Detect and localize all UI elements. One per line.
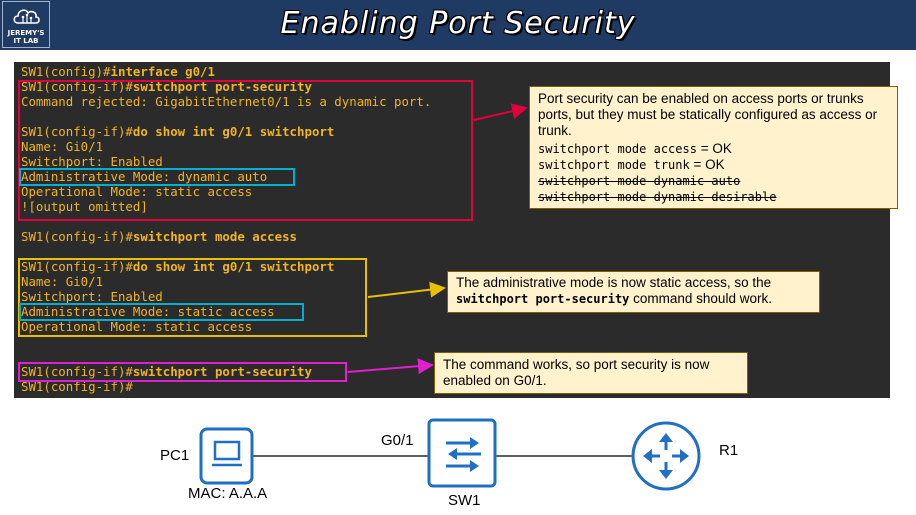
note1-row-dynamic-auto: switchport mode dynamic auto bbox=[538, 174, 741, 188]
note1-row-trunk: switchport mode trunk = OK bbox=[538, 157, 725, 172]
magenta-arrow bbox=[347, 358, 434, 375]
yellow-arrow bbox=[367, 281, 446, 298]
mac-address-label: MAC: A.A.A bbox=[188, 485, 268, 502]
note-admin-mode-static: The administrative mode is now static ac… bbox=[447, 271, 820, 313]
note1-row-access: switchport mode access = OK bbox=[538, 141, 732, 156]
pc1-label: PC1 bbox=[160, 447, 190, 464]
r1-label: R1 bbox=[719, 442, 739, 459]
red-arrow bbox=[473, 103, 528, 121]
note1-row-dynamic-desirable: switchport mode dynamic desirable bbox=[538, 190, 777, 204]
port-label: G0/1 bbox=[381, 432, 414, 449]
note-static-mode-required: Port security can be enabled on access p… bbox=[529, 86, 898, 209]
router-icon bbox=[631, 421, 701, 491]
pc-icon bbox=[199, 427, 254, 485]
sw1-label: SW1 bbox=[448, 492, 481, 509]
note-command-works: The command works, so port security is n… bbox=[434, 352, 748, 394]
switch-icon bbox=[427, 418, 497, 488]
note1-text: Port security can be enabled on access p… bbox=[538, 91, 878, 138]
